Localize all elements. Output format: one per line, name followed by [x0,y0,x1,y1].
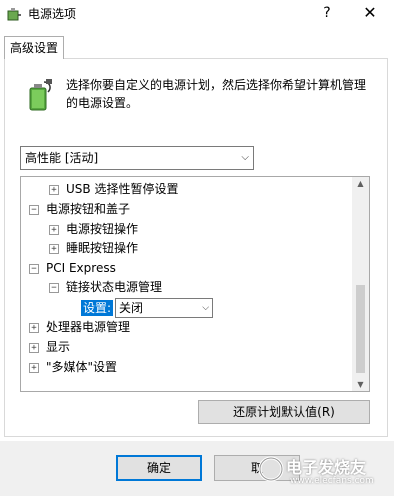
ok-button[interactable]: 确定 [116,455,202,481]
tree-item-label: "多媒体"设置 [46,360,118,374]
expand-icon[interactable]: + [29,362,39,373]
collapse-icon[interactable]: − [29,204,39,215]
tree-item-usb-selective-suspend[interactable]: + USB 选择性暂停设置 [49,180,178,199]
close-button[interactable]: ✕ [355,2,385,24]
tree-item-label: PCI Express [46,261,116,275]
tree-item-pci-express[interactable]: − PCI Express [29,259,116,278]
tree-item-label: 电源按钮和盖子 [46,202,131,216]
expand-icon[interactable]: + [49,184,59,195]
tree-item-label: 链接状态电源管理 [66,280,163,294]
window-title: 电源选项 [28,7,77,21]
expand-icon[interactable]: + [49,243,59,254]
help-button[interactable]: ? [316,2,338,24]
watermark: 电子发烧友 www.elecfans.com [256,448,390,492]
power-plan-dropdown[interactable]: 高性能 [活动] ⌵ [20,146,254,170]
tree-item-power-button-action[interactable]: + 电源按钮操作 [49,220,138,239]
power-plan-value: 高性能 [活动] [25,151,99,165]
power-options-icon [7,8,21,21]
scroll-down-icon[interactable]: ▼ [352,380,369,389]
setting-value: 关闭 [119,301,144,315]
vertical-scrollbar[interactable]: ▲ ▼ [352,177,369,391]
battery-plug-icon [29,79,52,111]
tree-item-multimedia-settings[interactable]: + "多媒体"设置 [29,358,117,377]
scroll-thumb[interactable] [356,285,365,373]
tree-item-processor-power-management[interactable]: + 处理器电源管理 [29,318,130,337]
description-text: 选择你要自定义的电源计划，然后选择你希望计算机管理的电源设置。 [66,78,367,110]
tree-item-power-buttons-and-lid[interactable]: − 电源按钮和盖子 [29,200,130,219]
tree-item-label: 电源按钮操作 [66,222,139,236]
watermark-url: www.elecfans.com [290,476,374,486]
chevron-down-icon: ⌵ [202,303,210,313]
settings-tree[interactable]: + USB 选择性暂停设置 − 电源按钮和盖子 + 电源按钮操作 + 睡眠按钮操作 − P… [20,176,370,392]
chevron-down-icon: ⌵ [241,152,249,163]
title-bar: 电源选项 ? ✕ [0,0,394,28]
watermark-text: 电子发烧友 [286,458,367,477]
tab-advanced-settings[interactable]: 高级设置 [4,36,64,59]
tree-item-label: 睡眠按钮操作 [66,241,139,255]
expand-icon[interactable]: + [29,322,39,333]
tree-item-label: 显示 [46,340,71,354]
tree-item-sleep-button-action[interactable]: + 睡眠按钮操作 [49,239,138,258]
tree-item-label: 处理器电源管理 [46,320,131,334]
tree-item-setting: 设置: 关闭 ⌵ [81,298,214,318]
tree-item-label: USB 选择性暂停设置 [66,182,179,196]
expand-icon[interactable]: + [29,342,39,353]
tree-item-display[interactable]: + 显示 [29,338,70,357]
tree-item-link-state-power-management[interactable]: − 链接状态电源管理 [49,278,162,297]
setting-dropdown[interactable]: 关闭 ⌵ [115,298,214,318]
collapse-icon[interactable]: − [29,263,39,274]
collapse-icon[interactable]: − [49,282,59,293]
restore-plan-defaults-button[interactable]: 还原计划默认值(R) [198,400,370,424]
setting-label: 设置: [81,300,114,316]
watermark-logo-icon [258,456,284,482]
scroll-up-icon[interactable]: ▲ [352,179,369,188]
expand-icon[interactable]: + [49,224,59,235]
